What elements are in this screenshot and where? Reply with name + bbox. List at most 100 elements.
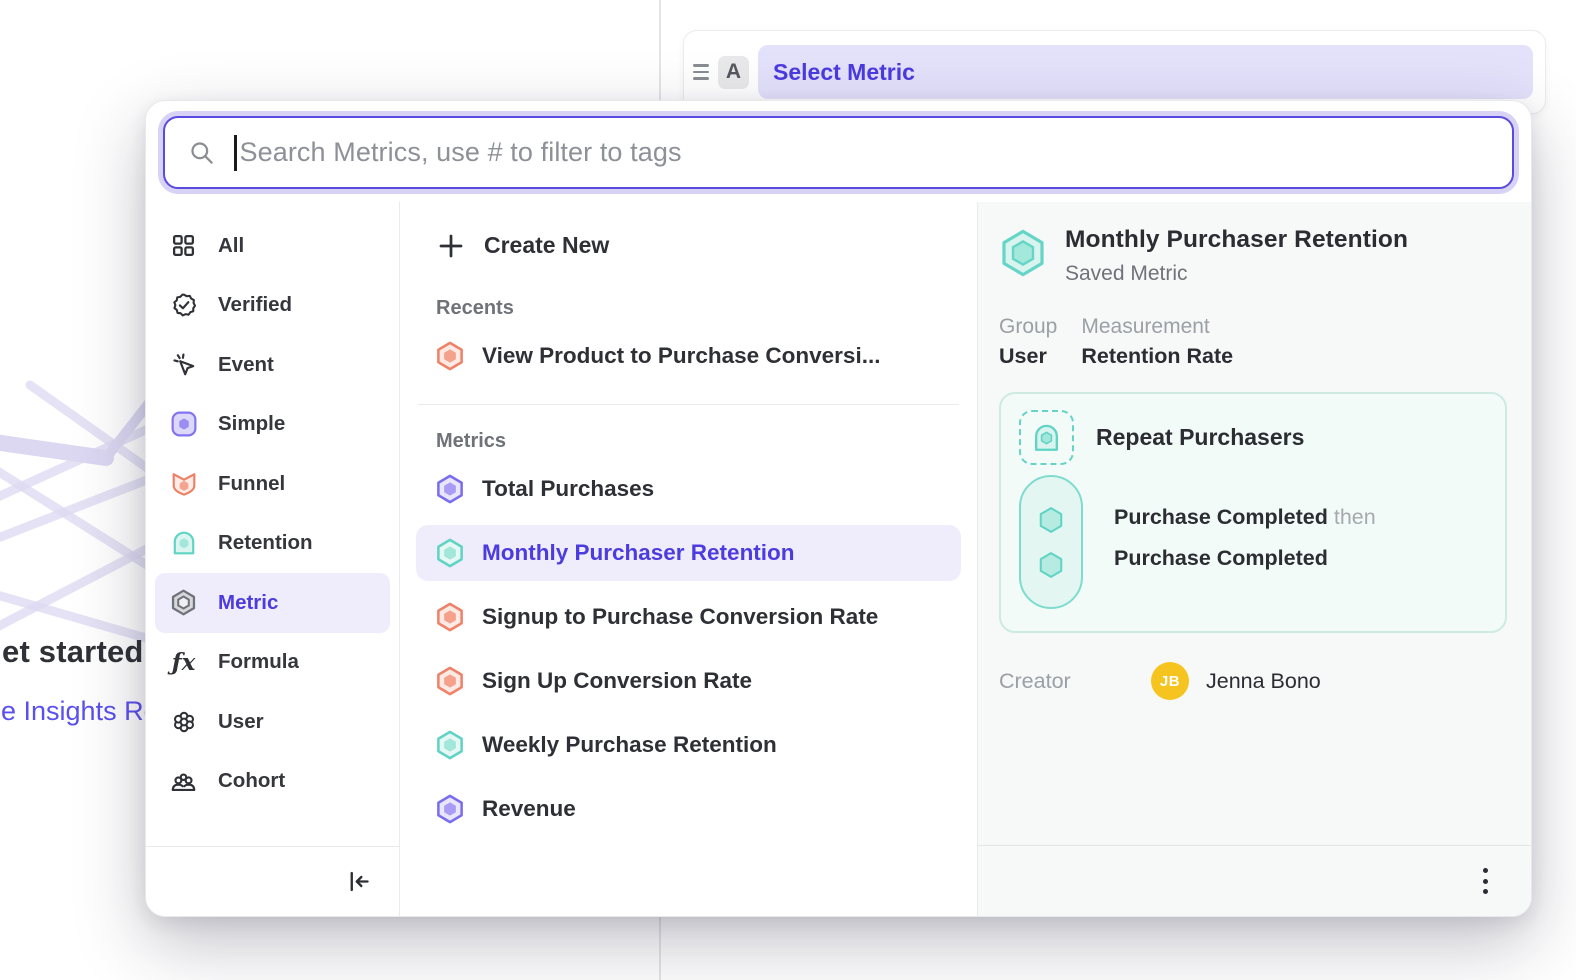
list-item-label: View Product to Purchase Conversi... [482,343,880,369]
grid-icon [170,232,197,259]
sidebar-item-label: Formula [218,650,299,674]
group-value: User [999,344,1057,369]
sidebar-item-label: All [218,234,244,258]
plus-icon [436,231,466,261]
event-cursor-icon [170,351,197,378]
drag-handle-icon[interactable] [693,64,709,79]
list-item-label: Revenue [482,796,576,822]
detail-meta-row: Group User Measurement Retention Rate [999,315,1507,369]
definition-step-1: Purchase Completed then [1114,497,1376,538]
metric-hexagon-icon [170,589,197,616]
onboarding-headline-fragment: et started. [2,634,152,670]
select-metric-button[interactable]: Select Metric [758,45,1533,99]
search-row: Search Metrics, use # to filter to tags [146,101,1531,202]
creator-avatar: JB [1151,662,1189,700]
creator-label: Creator [999,669,1151,694]
collapse-sidebar-icon[interactable] [345,868,372,895]
measurement-label: Measurement [1081,315,1233,339]
more-options-icon[interactable] [1477,862,1494,900]
sidebar-item-all[interactable]: All [155,216,390,276]
insights-report-link-fragment[interactable]: e Insights Re [1,696,159,727]
user-cluster-icon [170,708,197,735]
creator-row: Creator JB Jenna Bono [999,662,1507,700]
list-item-label: Signup to Purchase Conversion Rate [482,604,878,630]
sidebar-item-cohort[interactable]: Cohort [155,752,390,812]
sidebar-item-label: User [218,710,264,734]
sidebar-item-simple[interactable]: Simple [155,395,390,455]
sidebar-item-label: Metric [218,591,278,615]
step-1-event: Purchase Completed [1114,505,1328,529]
sidebar-footer [146,846,399,916]
metric-block-letter-badge: A [718,56,749,89]
detail-footer [978,845,1531,916]
recents-section-title: Recents [400,297,977,320]
select-metric-label: Select Metric [773,59,915,86]
measurement-value: Retention Rate [1081,344,1233,369]
metric-list-column: Create New Recents View Product to Purch… [400,202,978,916]
sidebar-item-label: Verified [218,293,292,317]
definition-name: Repeat Purchasers [1096,424,1304,451]
saved-metric-hexagon-icon [999,228,1047,278]
step-connector: then [1334,505,1376,529]
sidebar-item-funnel[interactable]: Funnel [155,454,390,514]
metrics-section-title: Metrics [400,430,977,453]
list-item-recent-metric[interactable]: View Product to Purchase Conversi... [416,328,961,384]
funnel-metric-icon [435,341,465,371]
sidebar-item-retention[interactable]: Retention [155,514,390,574]
retention-metric-icon [435,538,465,568]
retention-metric-icon [435,730,465,760]
sidebar-item-label: Cohort [218,769,285,793]
definition-step-2: Purchase Completed [1114,538,1376,579]
sidebar-item-event[interactable]: Event [155,335,390,395]
text-caret [234,135,237,171]
detail-subtitle: Saved Metric [1065,262,1408,286]
sidebar-item-formula[interactable]: ƒx Formula [155,633,390,693]
event-metric-icon [435,794,465,824]
verified-badge-icon [170,292,197,319]
list-item-label: Total Purchases [482,476,654,502]
event-hexagon-icon [1036,505,1066,535]
detail-header: Monthly Purchaser Retention Saved Metric [999,226,1507,286]
sidebar-item-user[interactable]: User [155,692,390,752]
formula-fx-icon: ƒx [170,649,197,676]
metric-picker-dialog: Search Metrics, use # to filter to tags … [145,100,1532,917]
event-hexagon-icon [1036,550,1066,580]
list-item-monthly-purchaser-retention[interactable]: Monthly Purchaser Retention [416,525,961,581]
search-icon [188,139,215,166]
list-divider [418,404,959,405]
list-item-revenue[interactable]: Revenue [416,781,961,837]
list-item-sign-up-conversion-rate[interactable]: Sign Up Conversion Rate [416,653,961,709]
create-new-button[interactable]: Create New [416,219,961,272]
list-item-label: Monthly Purchaser Retention [482,540,795,566]
create-new-label: Create New [484,232,609,259]
event-sequence-capsule [1019,475,1083,609]
retention-definition-icon [1019,410,1074,465]
sidebar-item-label: Retention [218,531,313,555]
retention-arch-icon [170,530,197,557]
search-placeholder: Search Metrics, use # to filter to tags [240,137,682,168]
sidebar-item-metric[interactable]: Metric [155,573,390,633]
simple-metric-icon [170,411,197,438]
list-item-label: Sign Up Conversion Rate [482,668,752,694]
detail-title: Monthly Purchaser Retention [1065,226,1408,254]
funnel-icon [170,470,197,497]
list-item-total-purchases[interactable]: Total Purchases [416,461,961,517]
type-filter-sidebar: All Verified [146,202,400,916]
step-2-event: Purchase Completed [1114,546,1328,570]
sidebar-item-label: Simple [218,412,285,436]
sidebar-item-verified[interactable]: Verified [155,276,390,336]
list-item-label: Weekly Purchase Retention [482,732,777,758]
list-item-signup-to-purchase-conversion-rate[interactable]: Signup to Purchase Conversion Rate [416,589,961,645]
sidebar-item-label: Event [218,353,274,377]
funnel-metric-icon [435,602,465,632]
metric-definition-card: Repeat Purchasers [999,392,1507,633]
list-item-weekly-purchase-retention[interactable]: Weekly Purchase Retention [416,717,961,773]
funnel-metric-icon [435,666,465,696]
metric-detail-panel: Monthly Purchaser Retention Saved Metric… [978,202,1531,916]
sidebar-item-label: Funnel [218,472,285,496]
creator-name: Jenna Bono [1206,669,1321,694]
event-metric-icon [435,474,465,504]
group-label: Group [999,315,1057,339]
cohort-people-icon [170,768,197,795]
search-input[interactable]: Search Metrics, use # to filter to tags [163,116,1514,189]
